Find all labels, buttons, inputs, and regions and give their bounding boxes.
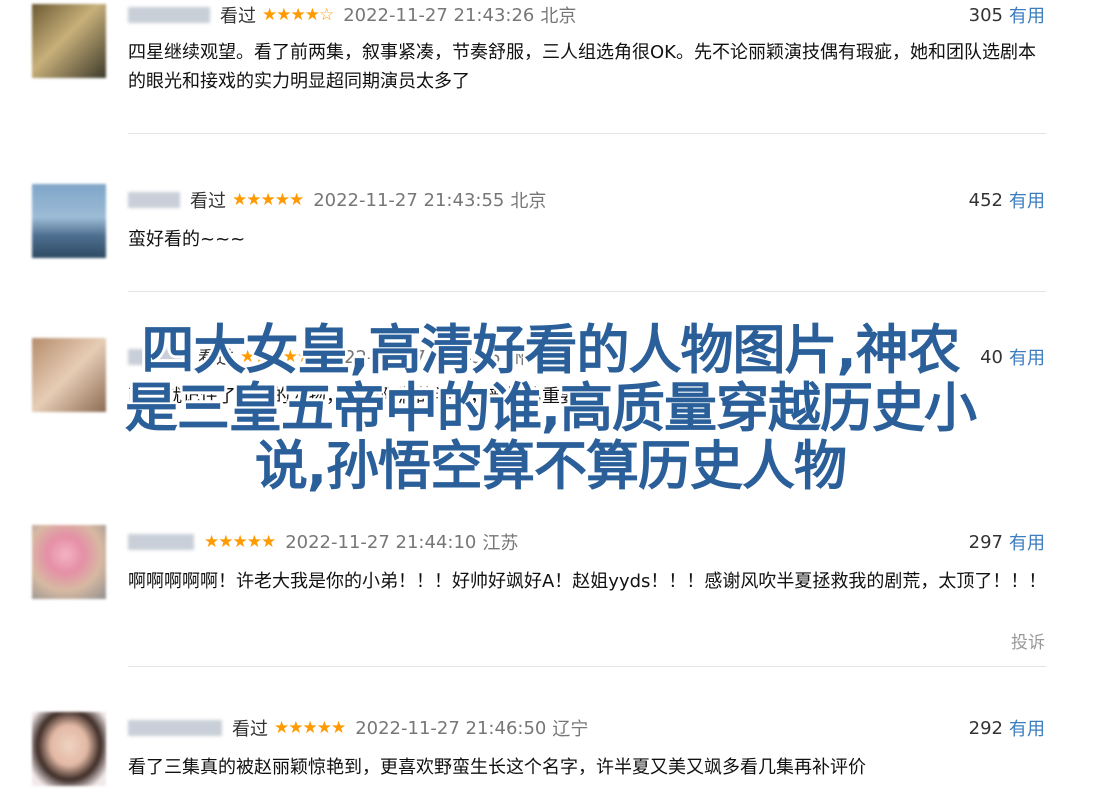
review-content: 啊啊啊啊啊！许老大我是你的小弟！！！好帅好飒好A！赵姐yyds！！！感谢风吹半夏… (128, 571, 1047, 592)
watched-label: 看过 (190, 191, 226, 212)
review-meta: ★★★★★ 2022-11-27 21:44:10 江苏 (128, 528, 518, 556)
review-time: 2022-11-27 21:44:10 (285, 531, 477, 553)
review-time: 2022-11-27 21:43:55 (313, 189, 505, 211)
rating-stars: ★★★★★ (204, 532, 276, 552)
review-location: 辽宁 (552, 719, 589, 740)
useful-button[interactable]: 有用 (1009, 187, 1045, 213)
review-time: 2022-11-27 21:46:50 (355, 717, 547, 739)
vote-area: 297 有用 (969, 528, 1045, 556)
username[interactable] (128, 720, 222, 736)
vote-area: 292 有用 (969, 714, 1045, 742)
vote-area: 305 有用 (969, 1, 1045, 29)
review-location: 北京 (510, 191, 547, 212)
rating-stars: ★★★★★ (274, 718, 346, 738)
avatar[interactable] (32, 184, 106, 258)
watched-label: 看过 (220, 6, 256, 27)
rating-stars: ★★★★★ (232, 190, 304, 210)
review-location: 北京 (540, 6, 577, 27)
rating-stars: ★★★★☆ (262, 5, 334, 25)
overlay-line: 是三皇五帝中的谁,高质量穿越历史小 (124, 378, 977, 439)
review-location: 江苏 (482, 533, 519, 554)
overlay-line: 四大女皇,高清好看的人物图片,神农 (141, 320, 960, 381)
overlay-line: 说,孙悟空算不算历史人物 (254, 436, 847, 497)
review-meta: 看过 ★★★★★ 2022-11-27 21:46:50 辽宁 (128, 714, 588, 742)
review-content: 四星继续观望。看了前两集，叙事紧凑，节奏舒服，三人组选角很OK。先不论丽颖演技偶… (128, 42, 1036, 92)
useful-button[interactable]: 有用 (1009, 715, 1045, 741)
review-meta: 看过 ★★★★☆ 2022-11-27 21:43:26 北京 (128, 1, 576, 29)
review-time: 2022-11-27 21:43:26 (343, 4, 535, 26)
report-button[interactable]: 投诉 (1011, 628, 1045, 653)
vote-area: 452 有用 (969, 186, 1045, 214)
overlay-headline: 四大女皇,高清好看的人物图片,神农 是三皇五帝中的谁,高质量穿越历史小 说,孙悟… (0, 322, 1101, 496)
divider (128, 666, 1046, 667)
useful-button[interactable]: 有用 (1009, 529, 1045, 555)
username[interactable] (128, 534, 194, 550)
avatar[interactable] (32, 525, 106, 599)
divider (128, 133, 1046, 134)
review-meta: 看过 ★★★★★ 2022-11-27 21:43:55 北京 (128, 186, 546, 214)
username[interactable] (128, 7, 210, 23)
review-content: 蛮好看的~~~ (128, 229, 246, 250)
review-content: 看了三集真的被赵丽颖惊艳到，更喜欢野蛮生长这个名字，许半夏又美又飒多看几集再补评… (128, 757, 866, 778)
avatar[interactable] (32, 712, 106, 786)
useful-button[interactable]: 有用 (1009, 2, 1045, 28)
avatar[interactable] (32, 4, 106, 78)
useful-count: 297 (968, 531, 1003, 553)
useful-count: 292 (968, 717, 1003, 739)
watched-label: 看过 (232, 719, 268, 740)
useful-count: 305 (968, 4, 1003, 26)
useful-count: 452 (968, 189, 1003, 211)
username[interactable] (128, 192, 180, 208)
divider (128, 291, 1046, 292)
